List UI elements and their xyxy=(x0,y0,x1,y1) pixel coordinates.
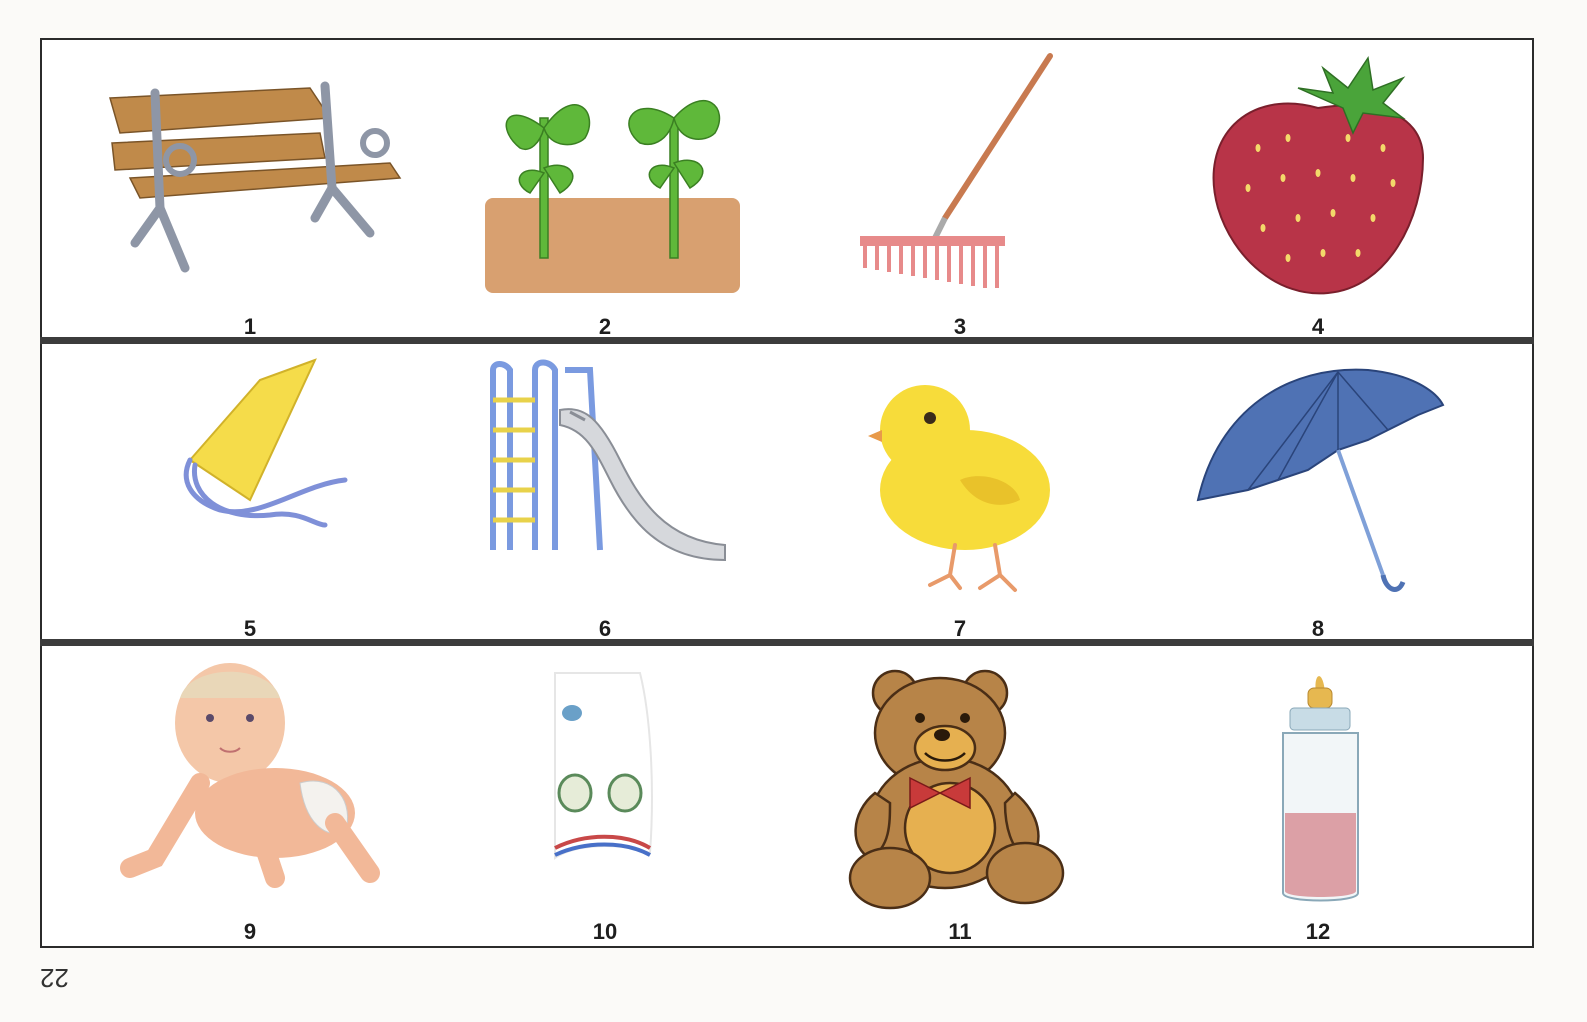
item-number: 6 xyxy=(598,616,612,641)
picture-item-6: 6 xyxy=(425,350,785,641)
picture-item-1: 1 xyxy=(70,48,430,339)
item-number: 7 xyxy=(953,616,967,641)
picture-item-8: 8 xyxy=(1138,350,1498,641)
picture-item-2: 2 xyxy=(425,48,785,339)
chick-icon xyxy=(868,385,1050,592)
item-number: 5 xyxy=(243,616,257,641)
picture-item-9: 9 xyxy=(70,653,430,944)
page-number: 22 xyxy=(40,963,69,993)
sock-icon xyxy=(554,672,653,860)
baby-icon xyxy=(120,663,380,888)
item-number: 2 xyxy=(598,314,612,339)
teddy-bear-icon xyxy=(848,669,1065,910)
item-number: 10 xyxy=(592,919,618,944)
strawberry-icon xyxy=(1212,55,1425,295)
bench-icon xyxy=(109,81,402,273)
picture-item-10: 10 xyxy=(425,653,785,944)
slide-icon xyxy=(490,359,726,562)
rake-icon xyxy=(860,53,1053,288)
picture-item-11: 11 xyxy=(780,653,1140,944)
item-number: 1 xyxy=(243,314,257,339)
picture-item-3: 3 xyxy=(780,48,1140,339)
item-number: 3 xyxy=(953,314,967,339)
item-number: 11 xyxy=(948,919,972,944)
kite-icon xyxy=(183,358,348,528)
picture-item-5: 5 xyxy=(70,350,430,641)
picture-item-12: 12 xyxy=(1138,653,1498,944)
item-number: 4 xyxy=(1311,314,1325,339)
picture-item-4: 4 xyxy=(1138,48,1498,339)
umbrella-icon xyxy=(1196,368,1445,592)
seedlings-icon xyxy=(485,99,740,293)
baby-bottle-icon xyxy=(1282,676,1359,902)
item-number: 12 xyxy=(1305,919,1331,944)
item-number: 9 xyxy=(243,919,257,944)
item-number: 8 xyxy=(1311,616,1325,641)
picture-item-7: 7 xyxy=(780,350,1140,641)
